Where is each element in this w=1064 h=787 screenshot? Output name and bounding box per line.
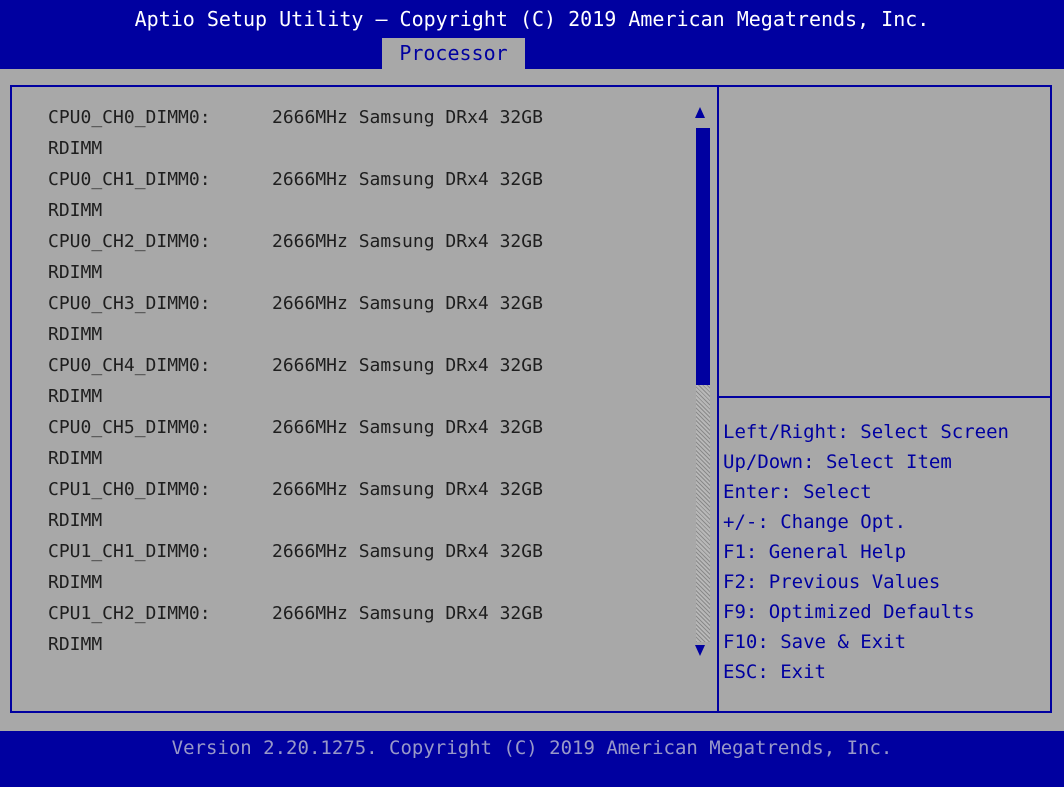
help-divider-horizontal — [719, 396, 1052, 398]
slot-value: 2666MHz Samsung DRx4 32GB — [272, 355, 543, 376]
slot-value: 2666MHz Samsung DRx4 32GB — [272, 541, 543, 562]
slot-value: 2666MHz Samsung DRx4 32GB — [272, 231, 543, 252]
slot-value: 2666MHz Samsung DRx4 32GB — [272, 479, 543, 500]
arrow-up-icon[interactable] — [695, 107, 705, 118]
module-type: RDIMM — [48, 634, 103, 655]
entry-line: CPU0_CH0_DIMM0: 2666MHz Samsung DRx4 32GB — [48, 102, 543, 133]
slot-value: 2666MHz Samsung DRx4 32GB — [272, 107, 543, 128]
module-type: RDIMM — [48, 262, 103, 283]
slot-label: CPU0_CH2_DIMM0: — [48, 231, 211, 252]
arrow-down-icon[interactable] — [695, 645, 705, 656]
help-line: F9: Optimized Defaults — [723, 601, 975, 623]
help-line: F1: General Help — [723, 541, 907, 563]
list-item[interactable]: CPU0_CH0_DIMM0: 2666MHz Samsung DRx4 32GB… — [48, 102, 543, 164]
slot-value: 2666MHz Samsung DRx4 32GB — [272, 293, 543, 314]
memory-list: CPU0_CH0_DIMM0: 2666MHz Samsung DRx4 32GB… — [48, 102, 543, 660]
scrollbar-thumb[interactable] — [696, 128, 710, 385]
help-line: F2: Previous Values — [723, 571, 941, 593]
panel-divider-vertical — [717, 85, 719, 713]
help-line: F10: Save & Exit — [723, 631, 907, 653]
module-type: RDIMM — [48, 200, 103, 221]
slot-label: CPU0_CH0_DIMM0: — [48, 107, 211, 128]
module-type: RDIMM — [48, 510, 103, 531]
entry-line: CPU0_CH3_DIMM0: 2666MHz Samsung DRx4 32GB — [48, 288, 543, 319]
slot-label: CPU1_CH2_DIMM0: — [48, 603, 211, 624]
header-bar: Aptio Setup Utility – Copyright (C) 2019… — [0, 0, 1064, 69]
slot-label: CPU1_CH0_DIMM0: — [48, 479, 211, 500]
module-type: RDIMM — [48, 138, 103, 159]
version-text: Version 2.20.1275. Copyright (C) 2019 Am… — [171, 737, 893, 759]
entry-line: CPU0_CH1_DIMM0: 2666MHz Samsung DRx4 32GB — [48, 164, 543, 195]
list-item[interactable]: CPU1_CH1_DIMM0: 2666MHz Samsung DRx4 32GB… — [48, 536, 543, 598]
slot-label: CPU0_CH5_DIMM0: — [48, 417, 211, 438]
entry-line: CPU0_CH2_DIMM0: 2666MHz Samsung DRx4 32GB — [48, 226, 543, 257]
entry-line: CPU0_CH4_DIMM0: 2666MHz Samsung DRx4 32GB — [48, 350, 543, 381]
help-line: Up/Down: Select Item — [723, 451, 952, 473]
list-item[interactable]: CPU0_CH3_DIMM0: 2666MHz Samsung DRx4 32GB… — [48, 288, 543, 350]
module-type: RDIMM — [48, 572, 103, 593]
list-item[interactable]: CPU0_CH5_DIMM0: 2666MHz Samsung DRx4 32GB… — [48, 412, 543, 474]
slot-label: CPU1_CH1_DIMM0: — [48, 541, 211, 562]
tab-processor[interactable]: Processor — [382, 38, 525, 69]
help-line: ESC: Exit — [723, 661, 826, 683]
slot-value: 2666MHz Samsung DRx4 32GB — [272, 169, 543, 190]
list-item[interactable]: CPU0_CH1_DIMM0: 2666MHz Samsung DRx4 32GB… — [48, 164, 543, 226]
module-type: RDIMM — [48, 386, 103, 407]
help-line: +/-: Change Opt. — [723, 511, 907, 533]
entry-line: CPU1_CH0_DIMM0: 2666MHz Samsung DRx4 32GB — [48, 474, 543, 505]
slot-label: CPU0_CH4_DIMM0: — [48, 355, 211, 376]
list-item[interactable]: CPU1_CH0_DIMM0: 2666MHz Samsung DRx4 32GB… — [48, 474, 543, 536]
module-type: RDIMM — [48, 448, 103, 469]
entry-line: CPU1_CH2_DIMM0: 2666MHz Samsung DRx4 32GB — [48, 598, 543, 629]
slot-value: 2666MHz Samsung DRx4 32GB — [272, 603, 543, 624]
help-panel: Left/Right: Select Screen Up/Down: Selec… — [723, 417, 1009, 687]
slot-label: CPU0_CH1_DIMM0: — [48, 169, 211, 190]
slot-label: CPU0_CH3_DIMM0: — [48, 293, 211, 314]
help-line: Left/Right: Select Screen — [723, 421, 1009, 443]
list-item[interactable]: CPU0_CH4_DIMM0: 2666MHz Samsung DRx4 32GB… — [48, 350, 543, 412]
slot-value: 2666MHz Samsung DRx4 32GB — [272, 417, 543, 438]
entry-line: CPU1_CH1_DIMM0: 2666MHz Samsung DRx4 32GB — [48, 536, 543, 567]
help-line: Enter: Select — [723, 481, 872, 503]
list-item[interactable]: CPU1_CH2_DIMM0: 2666MHz Samsung DRx4 32GB… — [48, 598, 543, 660]
entry-line: CPU0_CH5_DIMM0: 2666MHz Samsung DRx4 32GB — [48, 412, 543, 443]
module-type: RDIMM — [48, 324, 103, 345]
footer-bar: Version 2.20.1275. Copyright (C) 2019 Am… — [0, 731, 1064, 787]
app-title: Aptio Setup Utility – Copyright (C) 2019… — [134, 7, 930, 31]
list-item[interactable]: CPU0_CH2_DIMM0: 2666MHz Samsung DRx4 32GB… — [48, 226, 543, 288]
